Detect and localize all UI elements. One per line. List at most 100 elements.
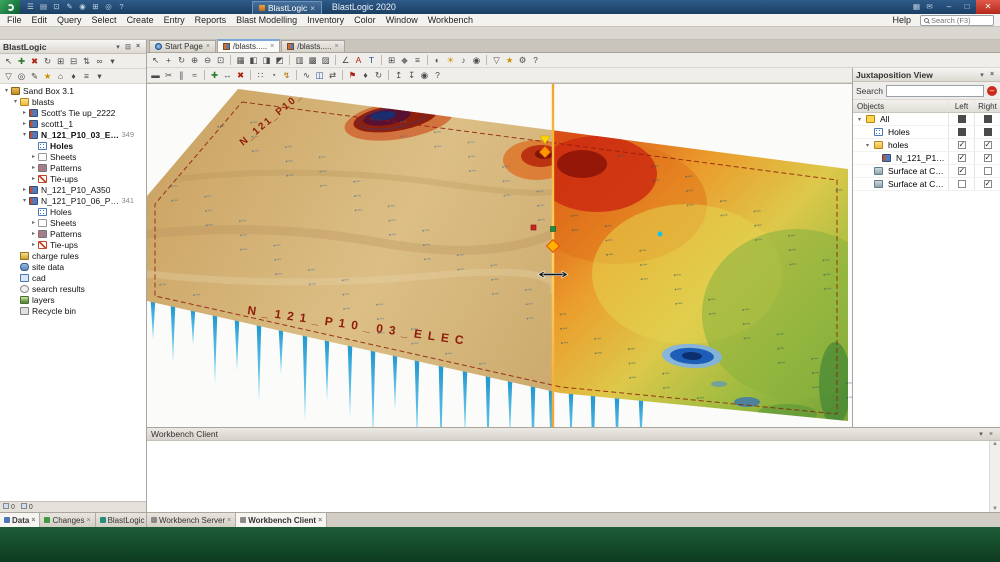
save-icon[interactable]: ▤ — [38, 1, 49, 13]
app-tab-blastlogic[interactable]: BlastLogic × — [252, 1, 322, 14]
camera-icon[interactable]: ◉ — [470, 54, 483, 67]
doc-tab-blasts-2[interactable]: /blasts.....× — [281, 40, 344, 52]
favourite-icon[interactable]: ★ — [503, 54, 516, 67]
tree-item-sheets[interactable]: ▸Sheets — [0, 151, 146, 162]
tree-item-scott1-1[interactable]: ▸scott1_1 — [0, 118, 146, 129]
menu-entry[interactable]: Entry — [159, 14, 190, 26]
menu-reports[interactable]: Reports — [190, 14, 232, 26]
select-arrow-icon[interactable]: ↖ — [149, 54, 162, 67]
column-objects[interactable]: Objects — [853, 100, 948, 112]
expander-icon[interactable]: ▾ — [855, 116, 864, 123]
right-checkbox[interactable] — [984, 167, 992, 175]
move-hole-icon[interactable]: ↔ — [221, 69, 234, 82]
tree-item-patterns[interactable]: ▸Patterns — [0, 162, 146, 173]
target-icon[interactable]: ◎ — [103, 1, 114, 13]
app-menu-icon[interactable]: ☰ — [25, 1, 36, 13]
filter-icon[interactable]: ▽ — [490, 54, 503, 67]
right-checkbox[interactable] — [984, 115, 992, 123]
juxtapose-icon[interactable]: ◫ — [313, 69, 326, 82]
table-row-holes-1[interactable]: Holes — [853, 126, 1000, 139]
tree-find-icon[interactable]: ◎ — [15, 70, 28, 83]
view-iso-icon[interactable]: ◩ — [273, 54, 286, 67]
measure-icon[interactable]: ∠ — [339, 54, 352, 67]
menu-window[interactable]: Window — [381, 14, 423, 26]
close-tab-icon[interactable]: × — [270, 43, 274, 50]
menu-help[interactable]: Help — [887, 14, 916, 26]
expander-icon[interactable]: ▸ — [29, 153, 38, 160]
expander-icon[interactable]: ▾ — [11, 98, 20, 105]
layers-icon[interactable]: ≡ — [411, 54, 424, 67]
status-tab-blastlogic[interactable]: BlastLogic× — [96, 513, 147, 527]
toolbar-help-icon[interactable]: ? — [529, 54, 542, 67]
collapse-all-icon[interactable]: ⊟ — [67, 55, 80, 68]
tree-item-n-121-p10-a350[interactable]: ▸N_121_P10_A350 — [0, 184, 146, 195]
column-left[interactable]: Left — [948, 100, 974, 112]
record-icon[interactable]: ◉ — [77, 1, 88, 13]
close-workbench-client-icon[interactable]: × — [986, 431, 996, 438]
grid-toggle-icon[interactable]: ⊞ — [385, 54, 398, 67]
export-icon[interactable]: ↥ — [392, 69, 405, 82]
clear-filter-icon[interactable]: – — [987, 86, 997, 96]
pattern-tool-icon[interactable]: ∷ — [254, 69, 267, 82]
wireframe-icon[interactable]: ▥ — [293, 54, 306, 67]
tree-item-n-121-p10-03-elec[interactable]: ▾N_121_P10_03_ELEC349 — [0, 129, 146, 140]
close-app-tab-icon[interactable]: × — [310, 4, 315, 13]
close-panel-icon[interactable]: × — [133, 43, 143, 50]
left-checkbox[interactable] — [958, 128, 966, 136]
menu-query[interactable]: Query — [52, 14, 87, 26]
pan-icon[interactable]: + — [162, 54, 175, 67]
import-icon[interactable]: ↧ — [405, 69, 418, 82]
object-search-input[interactable] — [886, 85, 984, 97]
panel-options-icon[interactable]: ▾ — [977, 71, 987, 79]
close-tab-icon[interactable]: × — [227, 517, 231, 524]
tree-item-patterns[interactable]: ▸Patterns — [0, 228, 146, 239]
colour-legend-icon[interactable]: ◐ — [431, 54, 444, 67]
tree-item-sand-box-3-1[interactable]: ▾Sand Box 3.1 — [0, 85, 146, 96]
status-tab-workbench-client[interactable]: Workbench Client× — [236, 513, 327, 527]
annotate-icon[interactable]: A — [352, 54, 365, 67]
menu-select[interactable]: Select — [87, 14, 122, 26]
table-row-surface-at-collar-colour-4[interactable]: Surface at Collar colour... — [853, 165, 1000, 178]
menu-create[interactable]: Create — [122, 14, 159, 26]
slice-icon[interactable]: ∥ — [175, 69, 188, 82]
expander-icon[interactable]: ▸ — [29, 241, 38, 248]
status-tab-changes[interactable]: Changes× — [40, 513, 95, 527]
tree-item-search-results[interactable]: search results — [0, 283, 146, 294]
right-anchor-handle[interactable] — [551, 227, 556, 232]
pin-marker-icon[interactable]: ♦ — [359, 69, 372, 82]
delete-hole-icon[interactable]: ✖ — [234, 69, 247, 82]
maximize-button[interactable]: □ — [958, 0, 976, 14]
grid-icon[interactable]: ⊞ — [90, 1, 101, 13]
shaded-icon[interactable]: ▩ — [306, 54, 319, 67]
menu-blast-modelling[interactable]: Blast Modelling — [231, 14, 302, 26]
tree-item-holes[interactable]: Holes — [0, 140, 146, 151]
right-checkbox[interactable] — [984, 154, 992, 162]
zoom-out-icon[interactable]: ⊖ — [201, 54, 214, 67]
expand-all-icon[interactable]: ⊞ — [54, 55, 67, 68]
panel-dropdown-icon[interactable]: ▾ — [976, 430, 986, 438]
view-side-icon[interactable]: ◨ — [260, 54, 273, 67]
tree-filter-icon[interactable]: ▽ — [2, 70, 15, 83]
orbit-icon[interactable]: ↻ — [175, 54, 188, 67]
audio-icon[interactable]: ♪ — [457, 54, 470, 67]
tree-item-holes[interactable]: Holes — [0, 206, 146, 217]
tree-more-icon[interactable]: ▾ — [93, 70, 106, 83]
clip-icon[interactable]: ✂ — [162, 69, 175, 82]
tree-menu-icon[interactable]: ▾ — [106, 55, 119, 68]
link-icon[interactable]: ∞ — [93, 55, 106, 68]
right-checkbox[interactable] — [984, 141, 992, 149]
expander-icon[interactable]: ▸ — [20, 109, 29, 116]
right-checkbox[interactable] — [984, 180, 992, 188]
tree-item-charge-rules[interactable]: charge rules — [0, 250, 146, 261]
screenshot-icon[interactable]: ⊡ — [51, 1, 62, 13]
global-search[interactable] — [920, 15, 994, 26]
settings-icon[interactable]: ⚙ — [516, 54, 529, 67]
flag-icon[interactable]: ⚑ — [346, 69, 359, 82]
expander-icon[interactable]: ▾ — [20, 131, 29, 138]
scroll-down-icon[interactable]: ▼ — [992, 506, 998, 512]
3d-viewport[interactable]: N_121_P10_03_ELEC N_121_P10_03_ELEC — [147, 83, 852, 427]
tree-item-layers[interactable]: layers — [0, 294, 146, 305]
scroll-up-icon[interactable]: ▲ — [992, 441, 998, 447]
pin-icon[interactable]: ⊡ — [123, 43, 133, 51]
tree-item-site-data[interactable]: site data — [0, 261, 146, 272]
